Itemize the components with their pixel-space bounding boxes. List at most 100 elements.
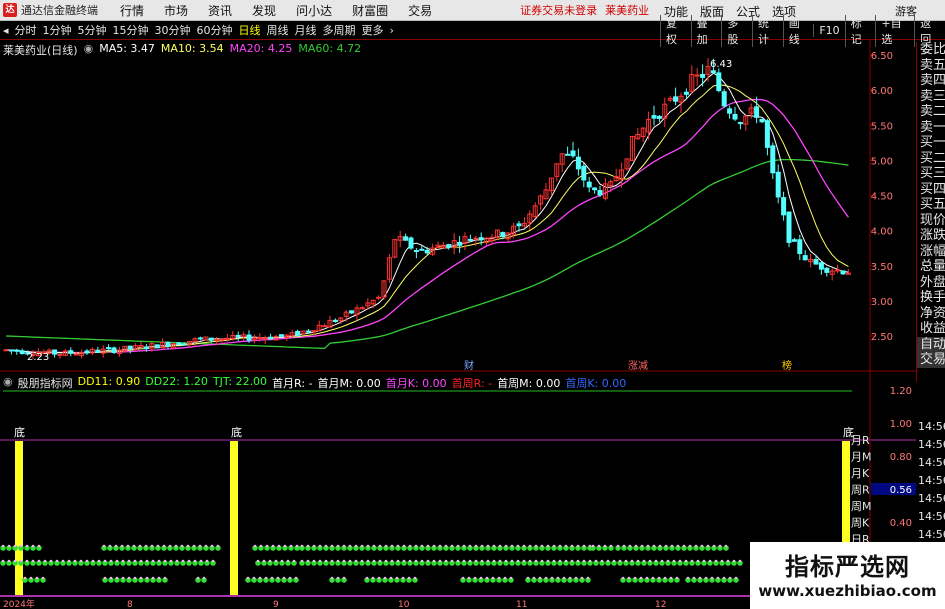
sidebar-item-buy3[interactable]: 买三 <box>917 166 945 182</box>
candle-body <box>181 343 187 346</box>
candle-body <box>154 344 160 349</box>
signal-dot-core <box>658 544 662 548</box>
sidebar-item-weibi[interactable]: 委比 <box>917 42 945 58</box>
low-label: 2.23 <box>27 352 49 363</box>
tab-1min[interactable]: 1分钟 <box>40 22 75 38</box>
menu-discover[interactable]: 发现 <box>252 2 276 19</box>
menu-trade[interactable]: 交易 <box>408 2 432 19</box>
sidebar-item-eps[interactable]: 收益 <box>917 321 945 337</box>
sidebar-item-sell5[interactable]: 卖五 <box>917 58 945 74</box>
signal-dot-core <box>258 576 262 580</box>
candle-body <box>19 350 25 355</box>
chart-area[interactable]: 6.50 6.00 5.50 5.00 4.50 4.00 3.50 3.00 2.50 1.2… <box>0 40 916 609</box>
sidebar-item-sell4[interactable]: 卖四 <box>917 73 945 89</box>
tab-monthly[interactable]: 月线 <box>292 22 320 38</box>
gear-icon[interactable]: ◉ <box>3 375 13 391</box>
signal-dot-core <box>174 544 178 548</box>
signal-dot-core <box>372 544 376 548</box>
signal-dot-core <box>396 559 400 563</box>
signal-dot-core <box>127 559 131 563</box>
signal-dot-core <box>73 559 77 563</box>
week-m-label: 首周M: 0.00 <box>497 377 561 390</box>
marker-bang: 榜 <box>782 359 792 372</box>
signal-dot-core <box>276 576 280 580</box>
signal-dot-core <box>97 559 101 563</box>
candle-body <box>775 171 781 198</box>
signal-dot-core <box>402 559 406 563</box>
sidebar-item-buy5[interactable]: 买五 <box>917 197 945 213</box>
candle-body <box>710 70 716 74</box>
collapse-icon[interactable]: ◂ <box>0 24 12 37</box>
signal-dot-core <box>289 544 293 548</box>
sidebar-item-sell2[interactable]: 卖二 <box>917 104 945 120</box>
signal-dot-core <box>277 544 281 548</box>
signal-dot-core <box>270 576 274 580</box>
menu-news[interactable]: 资讯 <box>208 2 232 19</box>
signal-dot-core <box>29 576 33 580</box>
sidebar-item-buy2[interactable]: 买二 <box>917 151 945 167</box>
f10-button[interactable]: F10 <box>813 24 844 37</box>
tab-daily[interactable]: 日线 <box>236 22 264 38</box>
menu-wealth[interactable]: 财富圈 <box>352 2 388 19</box>
sidebar-item-buy1[interactable]: 买一 <box>917 135 945 151</box>
signal-dot-core <box>444 559 448 563</box>
sidebar-item-turnover[interactable]: 换手 <box>917 290 945 306</box>
candle-body <box>376 296 382 299</box>
tab-more[interactable]: 更多 <box>359 22 387 38</box>
sidebar-item-volume[interactable]: 总量 <box>917 259 945 275</box>
tab-60min[interactable]: 60分钟 <box>194 22 236 38</box>
signal-dot-core <box>426 559 430 563</box>
signal-dot-core <box>25 559 29 563</box>
signal-dot-core <box>522 559 526 563</box>
signal-dot-core <box>630 559 634 563</box>
tab-multi-period[interactable]: 多周期 <box>320 22 359 38</box>
signal-dot-core <box>639 576 643 580</box>
signal-dot-core <box>79 559 83 563</box>
signal-dot-core <box>378 544 382 548</box>
tab-15min[interactable]: 15分钟 <box>110 22 152 38</box>
menu-ask[interactable]: 问小达 <box>296 2 332 19</box>
sidebar-item-trade[interactable]: 交易 <box>917 352 945 368</box>
sub-axis: 1.201.000.800.560.40月R月M月K周R周M周K日R <box>851 386 916 546</box>
sidebar-item-outer[interactable]: 外盘 <box>917 275 945 291</box>
ma10-line <box>5 84 849 354</box>
signal-dot-core <box>718 544 722 548</box>
tab-30min[interactable]: 30分钟 <box>152 22 194 38</box>
tab-weekly[interactable]: 周线 <box>264 22 292 38</box>
sidebar-item-pct[interactable]: 涨幅 <box>917 244 945 260</box>
sidebar-item-sell3[interactable]: 卖三 <box>917 89 945 105</box>
signal-dot-core <box>292 559 296 563</box>
candle-body <box>457 241 463 246</box>
ma5-line <box>5 72 849 354</box>
menu-market[interactable]: 市场 <box>164 2 188 19</box>
main-menu: 行情 市场 资讯 发现 问小达 财富圈 交易 <box>120 2 452 19</box>
sidebar-item-netasset[interactable]: 净资 <box>917 306 945 322</box>
signal-dot-core <box>402 544 406 548</box>
sidebar-item-auto[interactable]: 自动 <box>917 336 945 352</box>
tab-intraday[interactable]: 分时 <box>12 22 40 38</box>
candle-body <box>764 120 770 148</box>
candle-body <box>721 91 727 107</box>
dropdown-icon[interactable]: ◉ <box>84 42 94 58</box>
signal-dot-core <box>157 559 161 563</box>
chevron-right-icon[interactable]: › <box>387 24 397 37</box>
signal-dot-core <box>181 559 185 563</box>
month-m-label: 首月M: 0.00 <box>317 377 381 390</box>
candle-body <box>111 347 117 353</box>
signal-dot-core <box>55 559 59 563</box>
signal-dot-core <box>198 544 202 548</box>
signal-dot-core <box>651 576 655 580</box>
candle-body <box>349 310 355 314</box>
signal-dot-core <box>528 559 532 563</box>
menu-quotes[interactable]: 行情 <box>120 2 144 19</box>
candle-body <box>278 334 284 337</box>
signal-dot-core <box>562 576 566 580</box>
sidebar-item-change[interactable]: 涨跌 <box>917 228 945 244</box>
signal-dot-core <box>396 544 400 548</box>
sidebar-item-price[interactable]: 现价 <box>917 213 945 229</box>
sidebar-item-sell1[interactable]: 卖一 <box>917 120 945 136</box>
sidebar-item-buy4[interactable]: 买四 <box>917 182 945 198</box>
candle-body <box>214 339 220 342</box>
tab-5min[interactable]: 5分钟 <box>75 22 110 38</box>
signal-dot-core <box>115 559 119 563</box>
